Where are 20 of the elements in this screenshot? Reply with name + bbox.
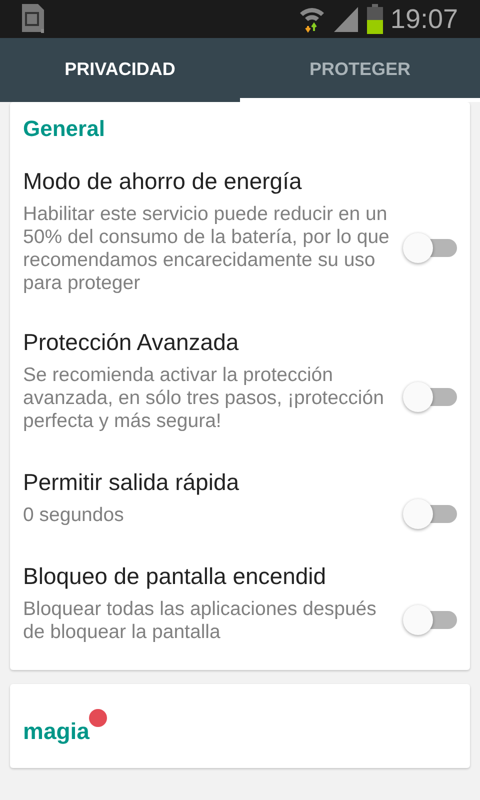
setting-description: Habilitar este servicio puede reducir en un 50% del consumo de la batería, por lo que recomendamos encarecidamente su uso para proteger [23,203,390,295]
setting-title: Permitir salida rápida [23,469,240,496]
setting-title: Bloqueo de pantalla encendid [23,563,328,590]
toggle-switch[interactable] [403,604,457,634]
toggle-switch[interactable] [403,232,457,262]
section-title: General [22,115,106,143]
magic-title: magia [23,718,90,744]
wifi-icon [298,5,326,33]
setting-description: Se recomienda activar la protección avanzada, en sólo tres pasos, ¡protección perfecta y más segura! [23,364,385,433]
battery-icon [366,4,384,34]
toggle-switch[interactable] [403,382,457,412]
setting-title: Modo de ahorro de energía [23,168,303,195]
tab[interactable]: PRIVACIDAD [0,38,240,102]
signal-icon [332,5,360,33]
setting-description: 0 segundos [23,504,125,527]
clock: 19:07 [390,4,458,34]
sim-card-icon [20,4,46,34]
setting-description: Bloquear todas las aplicaciones después de bloquear la pantalla [23,598,378,644]
setting-title: Protección Avanzada [23,329,240,356]
toggle-switch[interactable] [403,499,457,529]
